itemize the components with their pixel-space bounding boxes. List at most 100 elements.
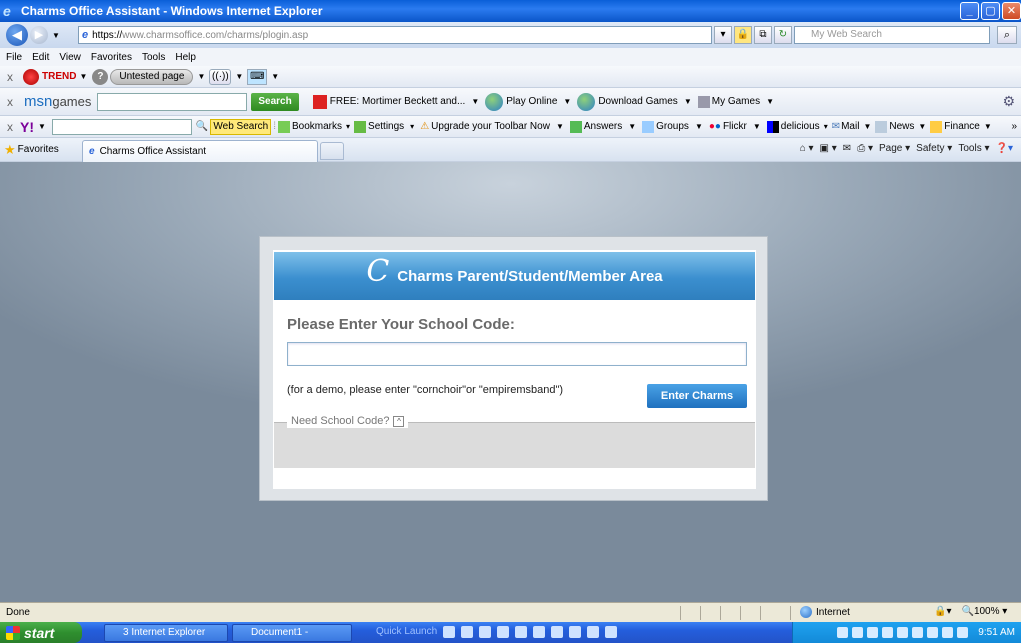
maximize-button[interactable]: ▢ bbox=[981, 2, 1000, 20]
chevron-down-icon[interactable]: ▼ bbox=[984, 122, 992, 131]
close-toolbar-icon[interactable]: x bbox=[2, 95, 18, 109]
menu-favorites[interactable]: Favorites bbox=[91, 52, 132, 63]
page-menu[interactable]: Page ▾ bbox=[879, 143, 910, 154]
chevron-down-icon[interactable]: ▾ bbox=[346, 122, 350, 131]
quick-launch-icon[interactable] bbox=[479, 626, 492, 638]
school-code-input[interactable] bbox=[287, 342, 747, 366]
yahoo-search-input[interactable] bbox=[51, 118, 192, 135]
groups-link[interactable]: Groups bbox=[656, 121, 689, 132]
chevron-down-icon[interactable]: ▼ bbox=[471, 97, 479, 106]
news-link[interactable]: News bbox=[889, 121, 914, 132]
quick-launch-icon[interactable] bbox=[515, 626, 528, 638]
delicious-menu[interactable]: delicious bbox=[781, 121, 820, 132]
msn-search-input[interactable] bbox=[97, 92, 248, 111]
msn-games-logo[interactable]: msngames bbox=[24, 93, 91, 110]
chevron-down-icon[interactable]: ▼ bbox=[766, 97, 774, 106]
menu-file[interactable]: File bbox=[6, 52, 22, 63]
download-games-link[interactable]: Download Games bbox=[598, 96, 677, 107]
security-zone[interactable]: Internet bbox=[800, 606, 850, 618]
chevron-down-icon[interactable]: ▼ bbox=[197, 72, 205, 81]
refresh-icon[interactable]: ↻ bbox=[774, 26, 792, 44]
url-dropdown-icon[interactable]: ▾ bbox=[714, 26, 732, 44]
bookmarks-menu[interactable]: Bookmarks bbox=[292, 121, 342, 132]
feeds-icon[interactable]: ▣ ▾ bbox=[820, 143, 837, 154]
chevron-down-icon[interactable]: ▼ bbox=[271, 72, 279, 81]
recent-pages-dropdown-icon[interactable]: ▼ bbox=[52, 31, 60, 40]
flickr-link[interactable]: Flickr bbox=[723, 121, 747, 132]
chevron-down-icon[interactable]: ▼ bbox=[38, 122, 46, 131]
new-tab-button[interactable] bbox=[320, 142, 344, 160]
msn-search-button[interactable]: Search bbox=[251, 92, 299, 111]
close-toolbar-icon[interactable]: x bbox=[2, 120, 18, 134]
tray-icon[interactable] bbox=[912, 627, 924, 638]
answers-link[interactable]: Answers bbox=[584, 121, 622, 132]
compatibility-icon[interactable]: ⧉ bbox=[754, 26, 772, 44]
close-button[interactable]: ✕ bbox=[1002, 2, 1021, 20]
chevron-down-icon[interactable]: ▼ bbox=[563, 97, 571, 106]
lock-icon[interactable]: 🔒 bbox=[734, 26, 752, 44]
quick-launch-icon[interactable] bbox=[497, 626, 510, 638]
minimize-button[interactable]: _ bbox=[960, 2, 979, 20]
chevron-down-icon[interactable]: ▼ bbox=[863, 122, 871, 131]
forward-button[interactable]: ▶ bbox=[30, 26, 48, 44]
search-go-icon[interactable]: ⌕ bbox=[997, 26, 1017, 44]
tray-icon[interactable] bbox=[837, 627, 849, 638]
tray-icon[interactable] bbox=[897, 627, 909, 638]
my-games-link[interactable]: My Games bbox=[712, 96, 760, 107]
menu-edit[interactable]: Edit bbox=[32, 52, 49, 63]
chevron-down-icon[interactable]: ▼ bbox=[628, 122, 636, 131]
menu-help[interactable]: Help bbox=[175, 52, 196, 63]
keyboard-icon[interactable]: ⌨ bbox=[247, 68, 268, 85]
taskbar-item-document1[interactable]: Document1 - Microsof... bbox=[232, 624, 352, 642]
home-icon[interactable]: ⌂ ▾ bbox=[800, 143, 814, 154]
quick-launch-icon[interactable] bbox=[605, 626, 618, 638]
quick-launch-icon[interactable] bbox=[461, 626, 474, 638]
back-button[interactable]: ◀ bbox=[6, 24, 28, 46]
quick-launch-icon[interactable] bbox=[569, 626, 582, 638]
chevron-down-icon[interactable]: ▼ bbox=[235, 72, 243, 81]
clock[interactable]: 9:51 AM bbox=[978, 627, 1015, 638]
chevron-down-icon[interactable]: ▼ bbox=[695, 122, 703, 131]
chevron-down-icon[interactable]: ▼ bbox=[753, 122, 761, 131]
msn-free-game-link[interactable]: FREE: Mortimer Beckett and... bbox=[330, 96, 466, 107]
url-input[interactable]: e https:// www.charmsoffice.com/charms/p… bbox=[78, 26, 712, 44]
menu-view[interactable]: View bbox=[59, 52, 81, 63]
close-toolbar-icon[interactable]: x bbox=[2, 70, 18, 84]
chevron-down-icon[interactable]: ▾ bbox=[410, 122, 414, 131]
upgrade-toolbar-link[interactable]: Upgrade your Toolbar Now bbox=[431, 121, 550, 132]
signal-icon[interactable] bbox=[957, 627, 969, 638]
yahoo-logo[interactable]: Y! bbox=[20, 119, 34, 135]
gear-icon[interactable]: ⚙ bbox=[1002, 93, 1015, 110]
need-school-code-toggle[interactable]: Need School Code? ^ bbox=[287, 414, 409, 428]
web-search-input[interactable]: My Web Search bbox=[794, 26, 990, 44]
wireless-icon[interactable]: ((·)) bbox=[209, 68, 232, 85]
protected-mode-icon[interactable]: 🔒▾ bbox=[934, 606, 951, 617]
chevron-down-icon[interactable]: ▼ bbox=[918, 122, 926, 131]
help-icon[interactable]: ❓▾ bbox=[996, 143, 1013, 154]
taskbar-item-internet-explorer[interactable]: 3 Internet Explorer bbox=[104, 624, 228, 642]
menu-tools[interactable]: Tools bbox=[142, 52, 165, 63]
quick-launch-icon[interactable] bbox=[587, 626, 600, 638]
safety-menu[interactable]: Safety ▾ bbox=[916, 143, 952, 154]
quick-launch-icon[interactable] bbox=[533, 626, 546, 638]
tray-icon[interactable] bbox=[927, 627, 939, 638]
tab-charms-office-assistant[interactable]: e Charms Office Assistant bbox=[82, 140, 318, 162]
chevron-more-icon[interactable]: » bbox=[1011, 121, 1017, 132]
page-rating-badge[interactable]: Untested page bbox=[110, 68, 194, 85]
favorites-button[interactable]: Favorites bbox=[18, 144, 59, 155]
tray-icon[interactable] bbox=[882, 627, 894, 638]
quick-launch-icon[interactable] bbox=[443, 626, 456, 638]
play-online-link[interactable]: Play Online bbox=[506, 96, 557, 107]
start-button[interactable]: start bbox=[0, 622, 82, 643]
volume-icon[interactable] bbox=[942, 627, 954, 638]
chevron-down-icon[interactable]: ▼ bbox=[684, 97, 692, 106]
chevron-down-icon[interactable]: ▾ bbox=[824, 122, 828, 131]
mail-link[interactable]: Mail bbox=[841, 121, 859, 132]
tray-icon[interactable] bbox=[852, 627, 864, 638]
quick-launch-icon[interactable] bbox=[551, 626, 564, 638]
trend-menu[interactable]: TREND ▼ bbox=[18, 68, 92, 85]
zoom-control[interactable]: 🔍100% ▾ bbox=[961, 606, 1007, 617]
yahoo-web-search-button[interactable]: Web Search bbox=[210, 118, 272, 135]
tools-menu[interactable]: Tools ▾ bbox=[958, 143, 989, 154]
settings-menu[interactable]: Settings bbox=[368, 121, 404, 132]
